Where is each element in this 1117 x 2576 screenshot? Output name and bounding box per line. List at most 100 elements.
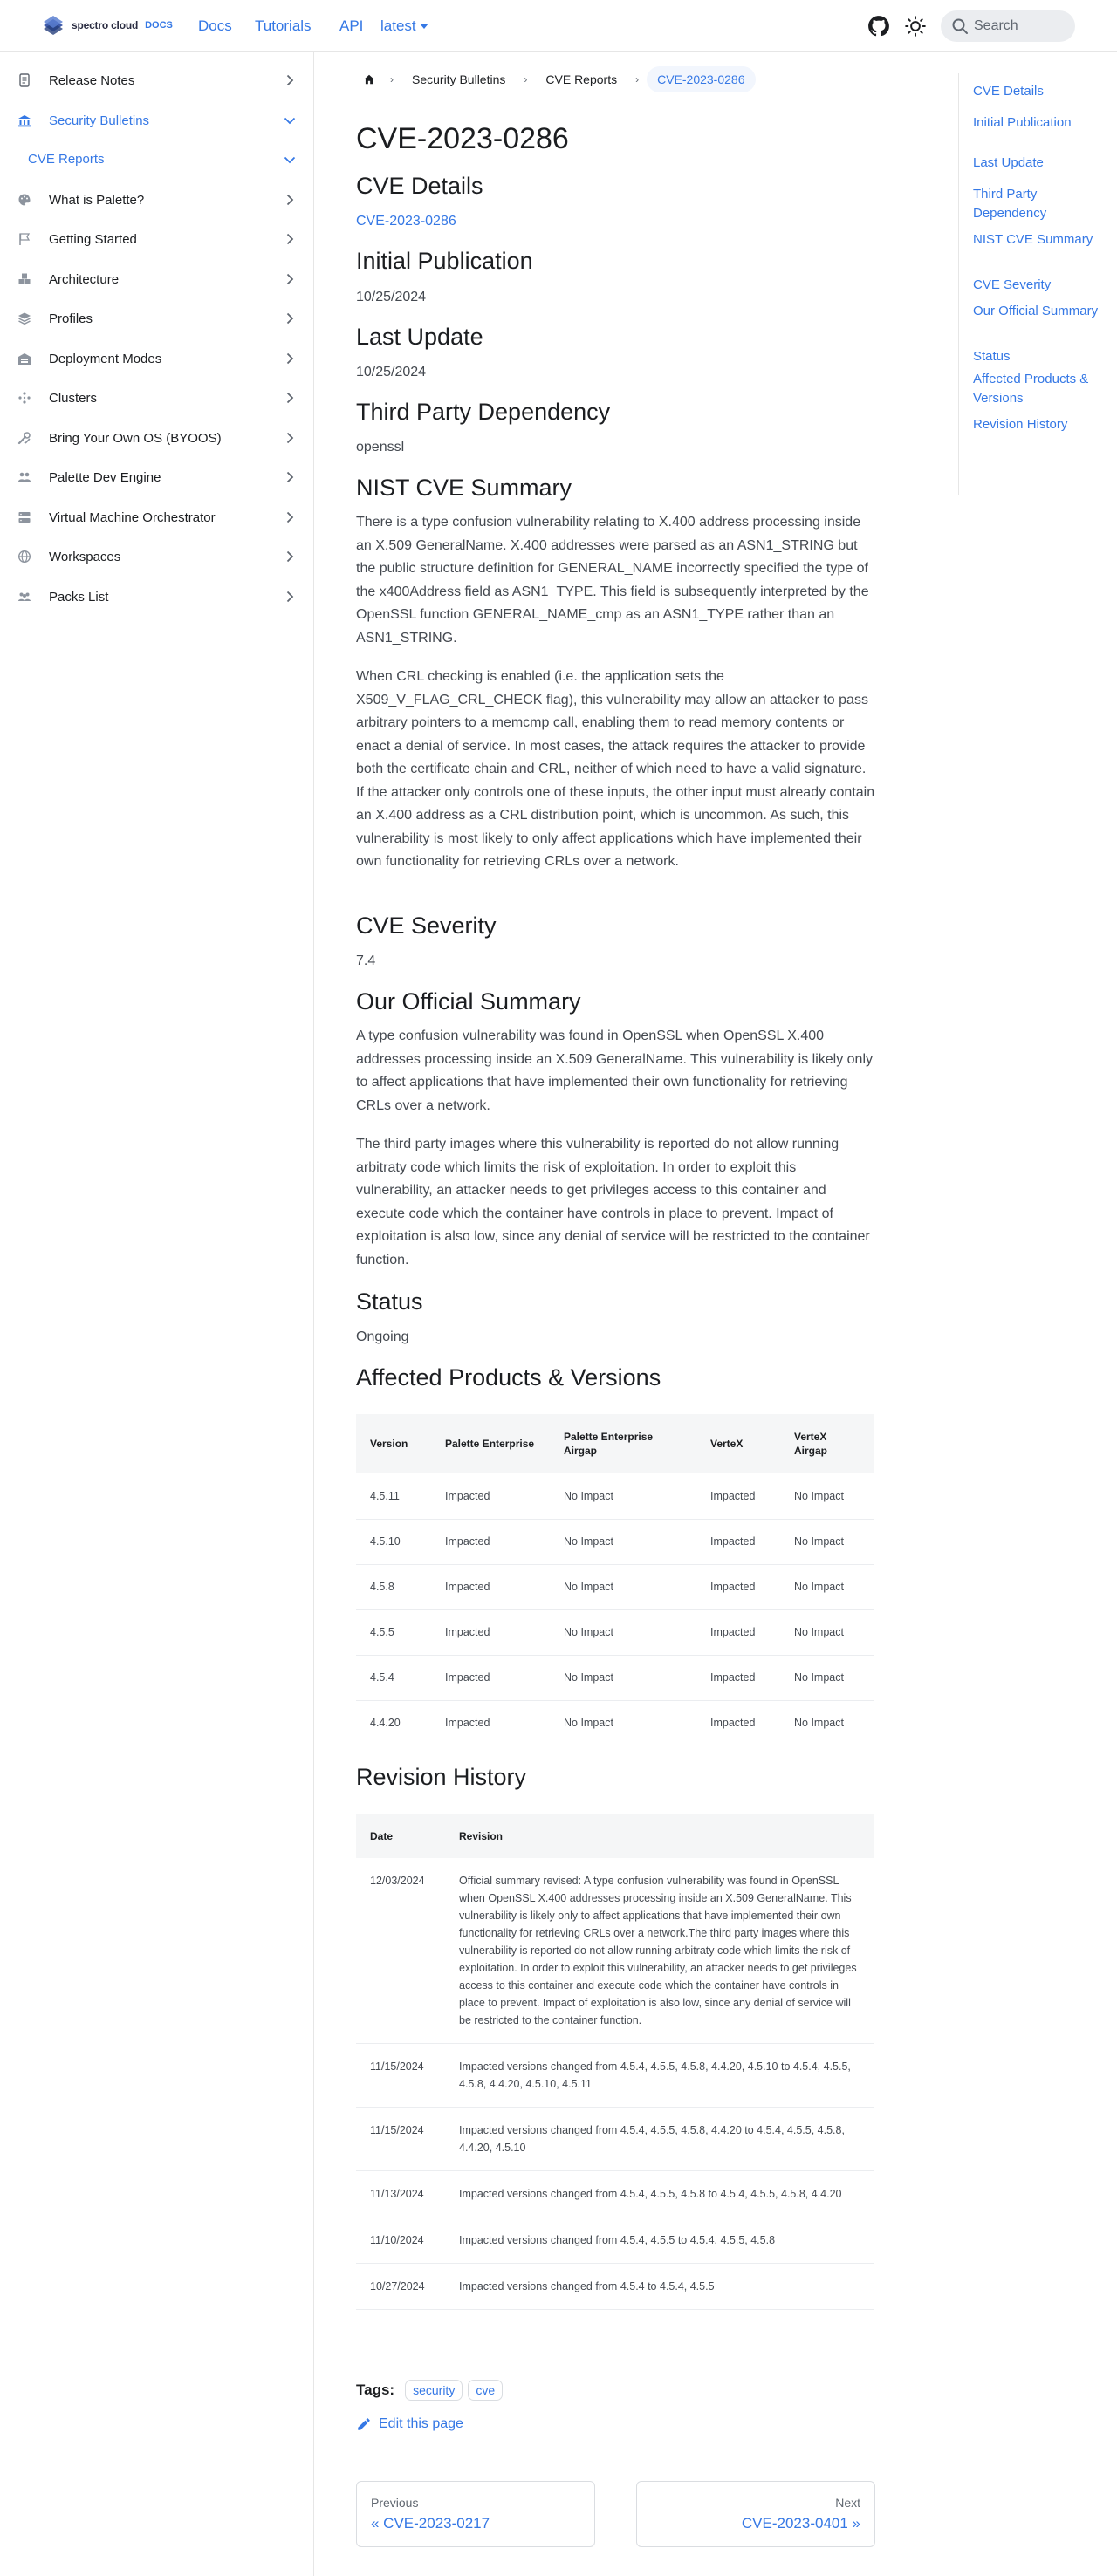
- table-cell: No Impact: [780, 1609, 874, 1656]
- search-input[interactable]: Search: [941, 10, 1075, 42]
- toc-link-third-party-dependency[interactable]: Third Party Dependency: [973, 185, 1104, 223]
- sidebar-item-clusters[interactable]: Clusters: [7, 381, 307, 414]
- sidebar-item-getting-started[interactable]: Getting Started: [7, 222, 307, 256]
- sidebar-item-label: Bring Your Own OS (BYOOS): [49, 430, 222, 446]
- nav-tutorials-link[interactable]: Tutorials: [255, 17, 312, 35]
- cve-details-paragraph: CVE-2023-0286: [356, 210, 876, 234]
- table-header-row: Version Palette Enterprise Palette Enterpr…: [356, 1414, 874, 1473]
- table-cell: Official summary revised: A type confusi…: [445, 1858, 874, 2044]
- table-of-contents: CVE Details Initial Publication Last Updat…: [958, 73, 1107, 495]
- breadcrumb-cve-reports[interactable]: CVE Reports: [535, 72, 627, 86]
- nav-api-link[interactable]: API: [339, 17, 363, 35]
- chevron-right-icon[interactable]: [283, 590, 297, 604]
- flag-icon: [19, 233, 31, 245]
- chevron-right-icon[interactable]: [283, 311, 297, 325]
- table-cell: No Impact: [550, 1655, 696, 1701]
- toc-link-revision-history[interactable]: Revision History: [973, 415, 1104, 434]
- toc-link-status[interactable]: Status: [973, 347, 1104, 366]
- chevron-right-icon: ›: [390, 73, 394, 85]
- heading-third-party: Third Party Dependency: [356, 399, 611, 425]
- toc-link-affected-products-versions[interactable]: Affected Products & Versions: [973, 370, 1104, 408]
- sidebar-item-cve-reports[interactable]: CVE Reports: [17, 143, 307, 176]
- tag-security[interactable]: security: [405, 2380, 463, 2401]
- chevron-right-icon[interactable]: [283, 232, 297, 246]
- table-cell: 4.5.11: [356, 1473, 431, 1520]
- palette-icon: [18, 194, 31, 206]
- table-cell: Impacted versions changed from 4.5.4, 4.…: [445, 2043, 874, 2108]
- table-cell: Impacted: [431, 1609, 550, 1656]
- table-cell: No Impact: [550, 1700, 696, 1746]
- sidebar-item-label: Getting Started: [49, 231, 137, 247]
- users-icon: [18, 472, 31, 482]
- chevron-right-icon[interactable]: [283, 431, 297, 445]
- sidebar-item-bring-your-own-os-byoos[interactable]: Bring Your Own OS (BYOOS): [7, 421, 307, 454]
- home-icon[interactable]: [356, 66, 382, 92]
- next-label: Next: [835, 2496, 860, 2510]
- heading-last-update: Last Update: [356, 324, 483, 350]
- table-cell: 4.5.10: [356, 1519, 431, 1565]
- heading-cve-severity: CVE Severity: [356, 912, 497, 939]
- chevron-right-icon[interactable]: [283, 272, 297, 286]
- previous-page-link[interactable]: Previous « CVE-2023-0217: [356, 2481, 595, 2547]
- sidebar-item-what-is-palette[interactable]: What is Palette?: [7, 183, 307, 216]
- heading-cve-details: CVE Details: [356, 173, 483, 199]
- sidebar-item-security-bulletins[interactable]: Security Bulletins: [7, 104, 307, 137]
- toc-link-cve-severity[interactable]: CVE Severity: [973, 276, 1104, 295]
- chevron-down-icon[interactable]: [283, 113, 297, 127]
- chevron-right-icon[interactable]: [283, 73, 297, 87]
- github-icon[interactable]: [867, 15, 890, 38]
- chevron-down-icon[interactable]: [283, 153, 297, 167]
- sidebar-item-architecture[interactable]: Architecture: [7, 263, 307, 296]
- cubes-icon: [18, 273, 31, 284]
- table-row: 4.5.5 Impacted No Impact Impacted No Impact: [356, 1609, 874, 1656]
- edit-page-label: Edit this page: [379, 2416, 463, 2431]
- status-value: Ongoing: [356, 1329, 409, 1344]
- version-dropdown[interactable]: latest: [380, 17, 428, 35]
- sidebar-item-virtual-machine-orchestrator[interactable]: Virtual Machine Orchestrator: [7, 501, 307, 534]
- chevron-right-icon[interactable]: [283, 550, 297, 564]
- chevron-right-icon[interactable]: [283, 470, 297, 484]
- table-header-row: Date Revision: [356, 1814, 874, 1858]
- sidebar-item-deployment-modes[interactable]: Deployment Modes: [7, 342, 307, 375]
- next-page-link[interactable]: Next CVE-2023-0401 »: [636, 2481, 875, 2547]
- toc-link-cve-details[interactable]: CVE Details: [973, 82, 1104, 101]
- toc-link-our-official-summary[interactable]: Our Official Summary: [973, 302, 1104, 321]
- toc-link-nist-cve-summary[interactable]: NIST CVE Summary: [973, 230, 1104, 249]
- chevron-right-icon[interactable]: [283, 352, 297, 366]
- breadcrumb-security-bulletins[interactable]: Security Bulletins: [401, 72, 516, 86]
- toc-link-last-update[interactable]: Last Update: [973, 154, 1104, 173]
- table-row: 11/15/2024 Impacted versions changed from…: [356, 2043, 874, 2108]
- official-paragraph-2: The third party images where this vulner…: [356, 1137, 870, 1268]
- revision-history-table: Date Revision 12/03/2024 Official summary …: [356, 1814, 874, 2310]
- table-cell: 4.5.4: [356, 1655, 431, 1701]
- table-cell: Impacted: [696, 1473, 780, 1520]
- sidebar-item-workspaces[interactable]: Workspaces: [7, 540, 307, 573]
- table-header-cell: Version: [356, 1414, 431, 1473]
- chevron-right-icon[interactable]: [283, 391, 297, 405]
- tag-cve[interactable]: cve: [468, 2380, 504, 2401]
- sun-icon[interactable]: [904, 15, 927, 38]
- sidebar-item-palette-dev-engine[interactable]: Palette Dev Engine: [7, 461, 307, 494]
- table-row: 12/03/2024 Official summary revised: A ty…: [356, 1858, 874, 2044]
- sidebar-item-release-notes[interactable]: Release Notes: [7, 64, 307, 97]
- chevron-right-icon[interactable]: [283, 193, 297, 207]
- table-row: 11/15/2024 Impacted versions changed from…: [356, 2107, 874, 2171]
- sidebar-item-packs-list[interactable]: Packs List: [7, 580, 307, 613]
- table-cell: 11/15/2024: [356, 2043, 445, 2108]
- chevron-right-icon[interactable]: [283, 510, 297, 524]
- heading-revision-history: Revision History: [356, 1764, 527, 1790]
- edit-page-link[interactable]: Edit this page: [356, 2416, 463, 2432]
- chevron-right-icon: ›: [524, 73, 528, 85]
- sidebar-item-label: Clusters: [49, 390, 98, 406]
- chevron-right-icon: ›: [635, 73, 640, 85]
- brand-logo[interactable]: spectro cloud DOCS: [40, 12, 173, 38]
- nav-docs-link[interactable]: Docs: [198, 17, 232, 35]
- table-cell: No Impact: [780, 1655, 874, 1701]
- table-cell: Impacted: [696, 1700, 780, 1746]
- toc-link-initial-publication[interactable]: Initial Publication: [973, 113, 1104, 133]
- table-cell: No Impact: [550, 1519, 696, 1565]
- cve-details-link[interactable]: CVE-2023-0286: [356, 214, 456, 229]
- table-cell: Impacted: [696, 1655, 780, 1701]
- sidebar-item-profiles[interactable]: Profiles: [7, 302, 307, 335]
- table-cell: Impacted versions changed from 4.5.4, 4.…: [445, 2217, 874, 2264]
